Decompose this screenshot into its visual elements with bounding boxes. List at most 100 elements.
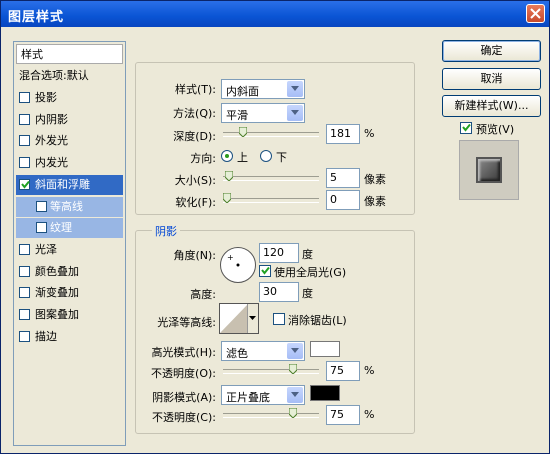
highlight-color-swatch[interactable] (310, 341, 340, 357)
direction-up-label: 上 (237, 151, 248, 164)
blend-options-item[interactable]: 混合选项:默认 (16, 66, 123, 86)
style-list-checkbox[interactable] (19, 113, 30, 125)
style-list-checkbox[interactable] (36, 222, 47, 234)
window-title: 图层样式 (8, 10, 65, 25)
style-list-checkbox[interactable] (19, 92, 30, 103)
soften-slider-track[interactable] (223, 198, 319, 203)
style-list-checkbox[interactable] (36, 200, 47, 212)
altitude-label: 高度: (190, 288, 216, 301)
style-list-label: 颜色叠加 (35, 264, 79, 278)
soften-input[interactable]: 0 (326, 190, 360, 210)
size-input[interactable]: 5 (326, 168, 360, 188)
size-slider-thumb[interactable] (224, 171, 233, 181)
close-button[interactable] (526, 4, 545, 23)
shadow-opacity-input[interactable]: 75 (326, 405, 360, 425)
style-list-label: 内阴影 (35, 112, 68, 126)
style-list-item[interactable]: 光泽 (16, 240, 123, 260)
global-light-checkbox[interactable] (259, 265, 271, 277)
style-list-item[interactable]: 渐变叠加 (16, 283, 123, 303)
close-icon (530, 8, 541, 19)
altitude-input[interactable]: 30 (259, 282, 299, 302)
anti-alias-checkbox[interactable] (273, 313, 285, 325)
soften-unit: 像素 (364, 195, 386, 208)
style-select[interactable]: 内斜面 (221, 79, 305, 99)
style-label: 样式(T): (174, 83, 216, 96)
style-list-item[interactable]: 斜面和浮雕 (16, 174, 123, 195)
technique-label: 方法(Q): (173, 107, 216, 120)
checkmark-icon (261, 266, 270, 275)
technique-select-value: 平滑 (226, 109, 248, 122)
style-list-item[interactable]: 纹理 (16, 218, 123, 239)
style-list-item[interactable]: 内发光 (16, 153, 123, 173)
depth-input[interactable]: 181 (326, 124, 360, 144)
style-list-item[interactable]: 内阴影 (16, 110, 123, 130)
depth-unit: % (364, 127, 375, 140)
style-list-item[interactable]: 颜色叠加 (16, 262, 123, 282)
depth-slider-track[interactable] (223, 132, 319, 137)
title-bar[interactable]: 图层样式 (1, 1, 549, 27)
direction-down-label: 下 (276, 151, 287, 164)
chevron-down-icon (249, 316, 256, 320)
style-list-checkbox[interactable] (19, 243, 30, 255)
soften-slider-thumb[interactable] (223, 193, 231, 203)
layer-style-dialog: 图层样式 样式 混合选项:默认 投影内阴影外发光 内发光 斜面和浮雕等高线纹理 光泽颜… (0, 0, 550, 454)
angle-label: 角度(N): (173, 249, 216, 262)
shadow-mode-select[interactable]: 正片叠底 (221, 385, 305, 405)
style-list-checkbox[interactable] (19, 287, 30, 299)
style-list: 样式 混合选项:默认 投影内阴影外发光 内发光 斜面和浮雕等高线纹理 光泽颜色叠加渐变… (13, 41, 126, 446)
style-list-item[interactable]: 投影 (16, 88, 123, 108)
new-style-button[interactable]: 新建样式(W)... (442, 95, 541, 117)
shading-group-title: 阴影 (152, 223, 180, 239)
angle-unit: 度 (302, 248, 313, 261)
highlight-mode-select[interactable]: 滤色 (221, 341, 305, 361)
blend-options-label: 混合选项:默认 (19, 69, 89, 82)
angle-dial[interactable]: + (219, 246, 257, 284)
highlight-opacity-thumb[interactable] (289, 364, 297, 374)
anti-alias-label: 消除锯齿(L) (288, 314, 347, 327)
preview-checkbox[interactable] (460, 122, 472, 134)
preview-swatch (476, 157, 502, 183)
style-list-checkbox[interactable] (19, 178, 30, 190)
style-list-item[interactable]: 图案叠加 (16, 305, 123, 325)
cancel-button[interactable]: 取消 (442, 68, 541, 90)
shadow-opacity-track[interactable] (223, 413, 319, 418)
chevron-down-icon (287, 387, 303, 403)
highlight-opacity-track[interactable] (223, 369, 319, 374)
angle-input[interactable]: 120 (259, 243, 299, 263)
style-list-checkbox[interactable] (19, 265, 30, 277)
highlight-opacity-label: 不透明度(O): (151, 367, 216, 380)
style-list-checkbox[interactable] (19, 330, 30, 342)
contour-dropdown-arrow[interactable] (247, 304, 258, 333)
style-list-item[interactable]: 外发光 (16, 131, 123, 151)
technique-select[interactable]: 平滑 (221, 103, 305, 123)
highlight-opacity-input[interactable]: 75 (326, 361, 360, 381)
direction-up-radio[interactable] (221, 150, 233, 162)
style-list-label: 等高线 (50, 199, 83, 213)
direction-label: 方向: (190, 152, 216, 165)
preview-label: 预览(V) (476, 123, 515, 136)
size-label: 大小(S): (174, 174, 216, 187)
depth-slider-thumb[interactable] (238, 127, 247, 137)
gloss-contour-picker[interactable] (219, 303, 259, 334)
ok-button[interactable]: 确定 (442, 40, 541, 62)
style-list-item[interactable]: 描边 (16, 327, 123, 347)
chevron-down-icon (287, 105, 303, 121)
global-light-label: 使用全局光(G) (274, 266, 347, 279)
styles-header[interactable]: 样式 (16, 44, 123, 64)
size-slider-track[interactable] (223, 176, 319, 181)
highlight-mode-value: 滤色 (226, 347, 248, 360)
highlight-opacity-unit: % (364, 364, 375, 377)
direction-down-radio[interactable] (260, 150, 272, 162)
style-list-checkbox[interactable] (19, 157, 30, 169)
shadow-opacity-label: 不透明度(C): (152, 411, 216, 424)
style-list-checkbox[interactable] (19, 309, 30, 320)
style-list-label: 描边 (35, 329, 57, 343)
styles-header-label: 样式 (21, 48, 43, 61)
style-list-label: 投影 (35, 91, 57, 104)
style-list-checkbox[interactable] (19, 135, 30, 147)
shadow-color-swatch[interactable] (310, 385, 340, 401)
altitude-unit: 度 (302, 287, 313, 300)
style-list-label: 渐变叠加 (35, 286, 79, 300)
style-list-item[interactable]: 等高线 (16, 196, 123, 217)
shadow-opacity-thumb[interactable] (289, 408, 297, 418)
